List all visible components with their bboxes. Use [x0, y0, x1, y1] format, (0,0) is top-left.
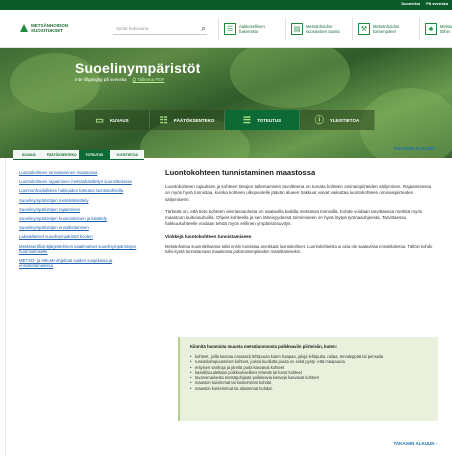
back-to-top-link-bottom[interactable]: TAKAISIN ALKUUN ↑: [393, 441, 438, 446]
info-icon: ⓘ: [314, 115, 324, 125]
nav-item-work[interactable]: ♣ Metsään töihin: [419, 18, 452, 40]
paragraph: Tärkeää on, että tieto kohteen olemassao…: [165, 208, 423, 227]
tab-yleistietoa[interactable]: ⓘ YLEISTIETOA: [300, 110, 375, 130]
section-heading: Luontokohteen tunnistaminen maastossa: [165, 168, 316, 177]
logo-text: METSÄNHOIDON SUOSITUKSET: [31, 23, 68, 33]
tab-toteutus[interactable]: ☰ TOTEUTUS: [225, 110, 300, 130]
sidebar-item[interactable]: Metsäsertifiointijärjestelmien vaatimuks…: [19, 244, 137, 254]
sidebar-tabs: KUVAUS PÄÄTÖKSENTEKO TOTEUTUS YLEISTIETO…: [13, 150, 144, 160]
tools-icon: ⚒: [358, 23, 370, 35]
sidebar-tab-kuvaus[interactable]: KUVAUS: [13, 150, 46, 159]
book-icon: ▤: [291, 23, 303, 35]
sidebar-item[interactable]: Suoelinympäristöjen ennallistaminen: [19, 225, 137, 230]
paragraph: Luontokohteen rajauksen ja kohteen tieto…: [165, 184, 432, 202]
search-input[interactable]: Syötä hakusana: [116, 26, 148, 31]
nav-item-operations[interactable]: ⚒ Metsänhoidon toimenpiteet: [352, 18, 413, 40]
tab-kuvaus[interactable]: ▭ KUVAUS: [75, 110, 150, 130]
nav-item-index[interactable]: ☰ Aakkosellinen hakemisto: [218, 18, 279, 40]
tree-logo-icon: [20, 24, 28, 32]
sidebar: KUVAUS PÄÄTÖKSENTEKO TOTEUTUS YLEISTIETO…: [13, 150, 144, 400]
hero-banner: Suoelinympäristöt Inte tillgänglig på sv…: [0, 48, 452, 158]
nav-item-background[interactable]: ▤ Metsänhoidon suositusten tausta: [285, 18, 346, 40]
list-icon: ☰: [224, 23, 236, 35]
search-box[interactable]: Syötä hakusana ⌕: [113, 23, 207, 35]
sidebar-item[interactable]: Suoelinympäristöjen metsänkäsittely: [19, 198, 137, 203]
sidebar-list: Luontokohteen tunnistaminen maastossa Lu…: [13, 170, 144, 268]
sidebar-item[interactable]: Luontokohteen rajaaminen metsänkäsittely…: [19, 179, 137, 184]
subheading: Vinkkejä luontokohteen tunnistamiseen: [165, 233, 252, 239]
list-item: maaston korkeimmat tai alavimmat kohdat.: [190, 386, 428, 392]
hero-decoration: [230, 48, 350, 108]
sidebar-item[interactable]: Suoelinympäristöjen huomioiminen ja käsi…: [19, 216, 137, 221]
sidebar-item[interactable]: METSO- ja HELMI-ohjelmat soiden suojelus…: [19, 258, 137, 268]
main-content: Luontokohteen tunnistaminen maastossa Lu…: [165, 168, 433, 261]
tree-icon: ♣: [425, 23, 437, 35]
callout-title: Kiinnitä huomiota muusta metsäluonnosta …: [190, 344, 338, 349]
back-to-top-link[interactable]: TAKAISIN ALKUUN ↑: [393, 146, 438, 151]
hero-subtitle: Inte tillgänglig på svenska ⎙ Tallenna P…: [75, 77, 164, 82]
sidebar-tab-toteutus[interactable]: TOTEUTUS: [78, 150, 112, 159]
page-title: Suoelinympäristöt: [75, 60, 201, 76]
checklist-icon: ☷: [159, 115, 168, 125]
list-icon: ☰: [242, 115, 251, 125]
top-strip: Suomeksi På svenska: [0, 0, 452, 10]
language-note: Inte tillgänglig på svenska: [75, 77, 127, 82]
tip-callout: Kiinnitä huomiota muusta metsäluonnosta …: [178, 337, 438, 421]
site-header: METSÄNHOIDON SUOSITUKSET Syötä hakusana …: [0, 10, 452, 48]
callout-list: kohteet, joilla kasvaa runsaasti lehtipu…: [190, 354, 428, 391]
section-tabs: ▭ KUVAUS ☷ PÄÄTÖKSENTEKO ☰ TOTEUTUS ⓘ YL…: [75, 110, 375, 130]
header-nav: ☰ Aakkosellinen hakemisto ▤ Metsänhoidon…: [218, 18, 452, 40]
sidebar-item[interactable]: Suoelinympäristöjen rajaaminen: [19, 207, 137, 212]
lang-link-sv[interactable]: På svenska: [426, 1, 448, 6]
sidebar-item[interactable]: Luonnonhoidollisten hakkuiden toteutus l…: [19, 188, 137, 193]
search-icon[interactable]: ⌕: [201, 23, 206, 33]
lang-link-fi[interactable]: Suomeksi: [401, 1, 420, 6]
sidebar-item[interactable]: Luontokohteen tunnistaminen maastossa: [19, 170, 137, 175]
book-icon: ▭: [95, 115, 104, 125]
language-links: Suomeksi På svenska: [401, 1, 448, 6]
sidebar-tab-yleistietoa[interactable]: YLEISTIETOA: [111, 150, 144, 159]
paragraph: Metsänhoitoa suunniteltaessa tulisi ensi…: [165, 243, 433, 255]
sidebar-tab-paatoksenteko[interactable]: PÄÄTÖKSENTEKO: [45, 150, 79, 159]
site-logo[interactable]: METSÄNHOIDON SUOSITUKSET: [20, 23, 93, 33]
save-pdf-link[interactable]: ⎙ Tallenna PDF: [133, 77, 165, 82]
sidebar-item[interactable]: Lakisääteiset suoelinympäristöt kooten: [19, 234, 137, 239]
tab-paatoksenteko[interactable]: ☷ PÄÄTÖKSENTEKO: [150, 110, 225, 130]
